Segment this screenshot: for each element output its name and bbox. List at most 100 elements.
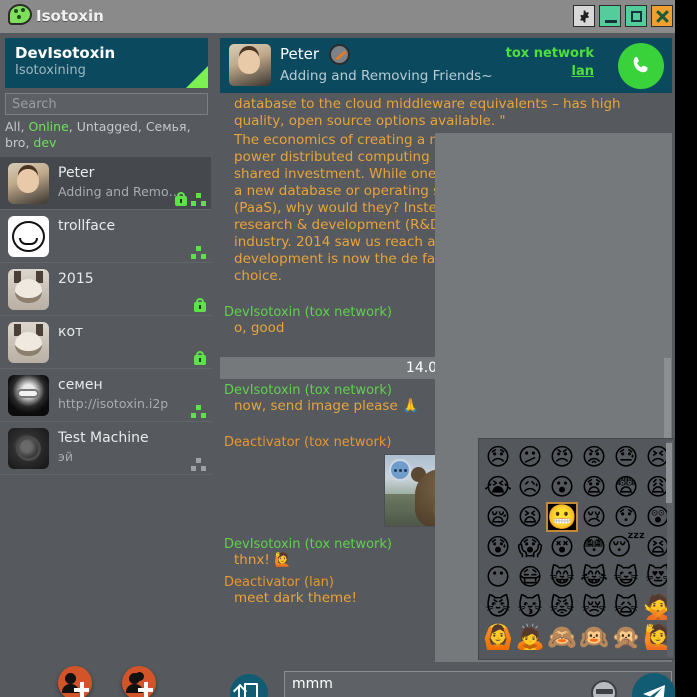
close-button[interactable] bbox=[651, 5, 673, 27]
emoji-cell-37[interactable]: 🙇 bbox=[514, 622, 546, 652]
tag-separator: , bbox=[137, 119, 146, 134]
emoji-cell-39[interactable]: 🙉 bbox=[578, 622, 610, 652]
emoji-cell-33[interactable]: 😿 bbox=[578, 592, 610, 622]
contact-avatar bbox=[8, 428, 49, 469]
encrypted-lock-icon bbox=[193, 298, 207, 313]
emoji-cell-10[interactable]: 😨 bbox=[610, 472, 642, 502]
window-buttons bbox=[573, 5, 673, 27]
network-status-icon bbox=[191, 193, 207, 207]
message-text: database to the cloud middleware equival… bbox=[234, 96, 625, 129]
emoji-cell-7[interactable]: 😥 bbox=[514, 472, 546, 502]
tag-filter-семья[interactable]: Семья bbox=[146, 119, 187, 134]
search-input[interactable]: Search bbox=[5, 93, 208, 115]
emoji-scrollbar-thumb[interactable] bbox=[666, 443, 672, 503]
emoji-cell-27[interactable]: 😹 bbox=[578, 562, 610, 592]
chat-connection-label[interactable]: lan bbox=[572, 64, 594, 79]
maximize-button[interactable] bbox=[625, 5, 647, 27]
emoji-cell-20[interactable]: 😵 bbox=[546, 532, 578, 562]
emoji-cell-28[interactable]: 😺 bbox=[610, 562, 642, 592]
my-profile-name: DevIsotoxin bbox=[15, 44, 116, 62]
add-group-button[interactable] bbox=[122, 666, 156, 697]
isotoxin-window: Isotoxin DevIsotoxin Isotoxining Search … bbox=[0, 0, 697, 697]
message-input-value: mmm bbox=[292, 676, 333, 692]
contact-name: Test Machine bbox=[58, 430, 149, 446]
contact-avatar bbox=[8, 163, 49, 204]
sidebar: DevIsotoxin Isotoxining Search All, Onli… bbox=[0, 33, 215, 697]
emoji-cell-30[interactable]: 😼 bbox=[482, 592, 514, 622]
emoji-cell-3[interactable]: 😡 bbox=[578, 442, 610, 472]
contact-item-3[interactable]: 2015 bbox=[0, 263, 211, 316]
emoji-cell-9[interactable]: 😧 bbox=[578, 472, 610, 502]
encrypted-lock-icon bbox=[193, 351, 207, 366]
contact-badges bbox=[193, 298, 207, 313]
my-profile[interactable]: DevIsotoxin Isotoxining bbox=[5, 38, 208, 88]
network-status-icon bbox=[191, 246, 207, 260]
contact-avatar bbox=[8, 216, 49, 257]
tag-filter-bar: All, Online, Untagged, Семья, bro, dev bbox=[5, 119, 211, 151]
encrypted-lock-icon bbox=[174, 192, 188, 207]
emoji-cell-32[interactable]: 😾 bbox=[546, 592, 578, 622]
tag-filter-all[interactable]: All bbox=[5, 119, 21, 134]
emoji-cell-40[interactable]: 🙊 bbox=[610, 622, 642, 652]
chat-contact-name: Peter bbox=[280, 45, 320, 63]
emoji-scrollbar[interactable] bbox=[666, 441, 673, 657]
emoji-cell-31[interactable]: 😽 bbox=[514, 592, 546, 622]
emoji-cell-26[interactable]: 😸 bbox=[546, 562, 578, 592]
maximize-icon bbox=[630, 10, 642, 22]
pencil-icon[interactable] bbox=[329, 44, 350, 65]
send-plane-icon bbox=[643, 685, 665, 697]
contact-badges bbox=[174, 192, 207, 207]
sidebar-actions bbox=[0, 652, 211, 697]
contact-item-4[interactable]: кот bbox=[0, 316, 211, 369]
emoji-cell-22[interactable]: 😴 bbox=[607, 532, 646, 562]
tag-filter-online[interactable]: Online bbox=[28, 119, 68, 134]
add-contact-button[interactable] bbox=[58, 666, 92, 697]
emoji-cell-38[interactable]: 🙈 bbox=[546, 622, 578, 652]
emoji-cell-12[interactable]: 😪 bbox=[482, 502, 514, 532]
contact-avatar bbox=[8, 375, 49, 416]
emoji-cell-6[interactable]: 😭 bbox=[482, 472, 514, 502]
settings-button[interactable] bbox=[573, 5, 595, 27]
emoji-cell-1[interactable]: 😕 bbox=[514, 442, 546, 472]
network-status-icon bbox=[191, 405, 207, 419]
emoji-cell-14[interactable]: 😬 bbox=[546, 502, 578, 532]
emoji-cell-13[interactable]: 😫 bbox=[514, 502, 546, 532]
contact-name: trollface bbox=[58, 218, 116, 234]
emoji-cell-15[interactable]: 😢 bbox=[578, 502, 610, 532]
emoji-cell-2[interactable]: 😠 bbox=[546, 442, 578, 472]
tag-filter-untagged[interactable]: Untagged bbox=[77, 119, 138, 134]
attach-file-button[interactable] bbox=[230, 674, 268, 697]
emoji-cell-19[interactable]: 😱 bbox=[514, 532, 546, 562]
emoji-cell-21[interactable]: 😳 bbox=[578, 532, 610, 562]
tag-separator: , bbox=[68, 119, 77, 134]
tag-filter-dev[interactable]: dev bbox=[33, 135, 56, 150]
contact-name: Peter bbox=[58, 165, 95, 181]
phone-icon bbox=[633, 56, 648, 73]
emoji-cell-16[interactable]: 😯 bbox=[610, 502, 642, 532]
minimize-button[interactable] bbox=[599, 5, 621, 27]
emoji-cell-0[interactable]: 😞 bbox=[482, 442, 514, 472]
emoji-cell-24[interactable]: 😶 bbox=[482, 562, 514, 592]
emoji-cell-36[interactable]: 🙆 bbox=[482, 622, 514, 652]
image-loading-badge[interactable] bbox=[389, 459, 411, 481]
emoji-cell-25[interactable]: 😷 bbox=[514, 562, 546, 592]
tag-filter-bro[interactable]: bro bbox=[5, 135, 25, 150]
emoji-cell-8[interactable]: 😮 bbox=[546, 472, 578, 502]
message-item[interactable]: database to the cloud middleware equival… bbox=[220, 96, 672, 132]
contact-subtitle: http://isotoxin.i2p bbox=[58, 396, 169, 411]
emoji-cell-4[interactable]: 😓 bbox=[610, 442, 642, 472]
emoji-cell-18[interactable]: 😰 bbox=[482, 532, 514, 562]
contact-list[interactable]: Peter Adding and Removi... trollface 2015 ко… bbox=[0, 157, 211, 652]
emoji-cell-34[interactable]: 🙀 bbox=[610, 592, 642, 622]
contact-item-6[interactable]: Test Machine эй bbox=[0, 422, 211, 475]
contact-item-1[interactable]: Peter Adding and Removi... bbox=[0, 157, 211, 210]
contact-name: семен bbox=[58, 377, 103, 393]
emoji-picker[interactable]: 😞 😕 😠 😡 😓 😣 😭 😥 😮 😧 😨 😩 😪 😫 😬 😢 😯 😲 😰 😱 😵 😳 😴 😫 😶 😷 😸 😹 😺 😻 😼 😽 😾 😿 🙀 🙅 🙆 🙇 🙈 🙉… bbox=[478, 438, 675, 660]
call-button[interactable] bbox=[618, 43, 664, 89]
tag-separator: , bbox=[186, 119, 191, 134]
contact-avatar bbox=[8, 269, 49, 310]
contact-item-2[interactable]: trollface bbox=[0, 210, 211, 263]
contact-badges bbox=[191, 458, 207, 472]
search-placeholder: Search bbox=[12, 97, 57, 112]
contact-item-5[interactable]: семен http://isotoxin.i2p bbox=[0, 369, 211, 422]
